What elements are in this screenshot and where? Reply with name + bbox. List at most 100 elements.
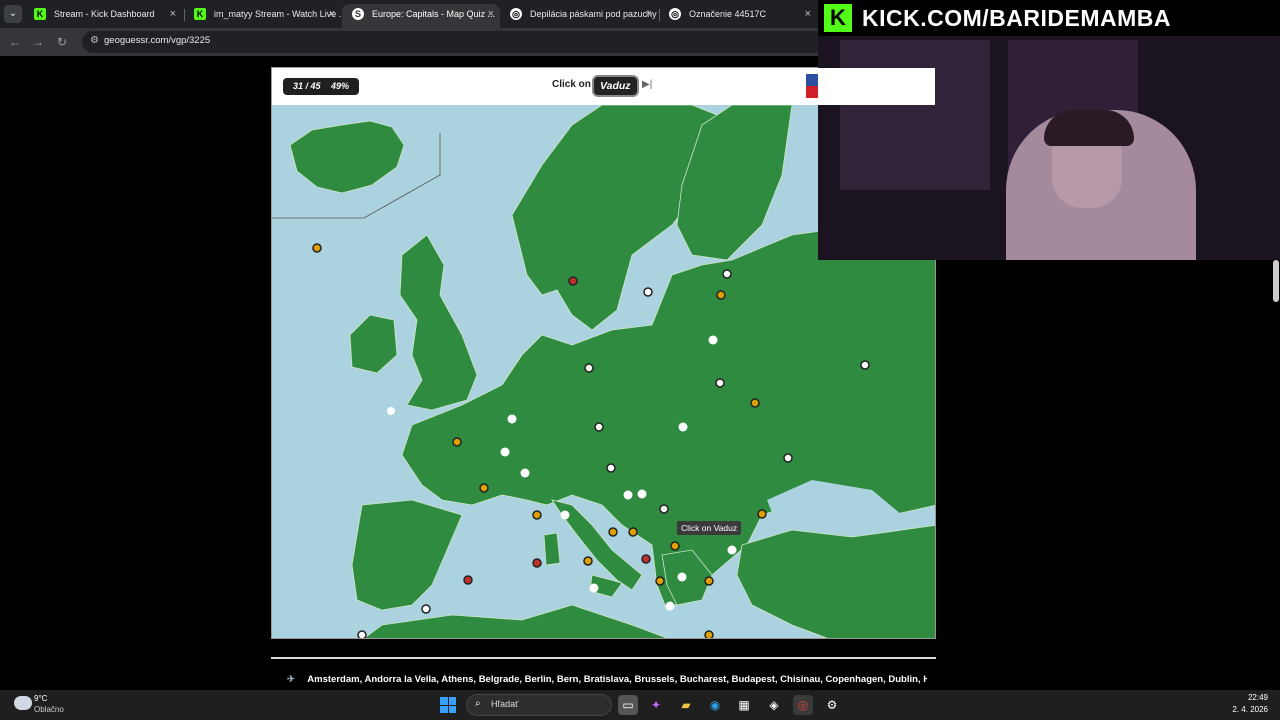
site-info-icon[interactable]: ⚙ <box>90 35 99 46</box>
reload-icon[interactable]: ↻ <box>55 35 69 49</box>
taskbar-search[interactable]: ⌕ Hľadať <box>466 694 612 716</box>
capital-dot[interactable] <box>532 558 542 568</box>
copilot-icon[interactable]: ✦ <box>646 695 666 715</box>
capital-dot[interactable] <box>463 575 473 585</box>
kick-logo: K <box>824 4 852 32</box>
capital-dot[interactable] <box>860 360 870 370</box>
chatgpt-icon: ◎ <box>510 8 522 20</box>
capital-dot[interactable] <box>387 407 395 415</box>
store-icon[interactable]: ▦ <box>734 695 754 715</box>
close-icon[interactable]: × <box>170 4 176 24</box>
capital-dot[interactable] <box>704 630 714 639</box>
capital-dot[interactable] <box>606 463 616 473</box>
capital-dot[interactable] <box>357 630 367 639</box>
capital-dot[interactable] <box>757 509 767 519</box>
chrome-icon[interactable]: ◎ <box>793 695 813 715</box>
task-view-icon[interactable]: ▭ <box>618 695 638 715</box>
clock-date: 2. 4. 2026 <box>1232 705 1268 714</box>
capital-dot[interactable] <box>641 554 651 564</box>
skip-icon[interactable]: ▶| <box>642 79 652 90</box>
progress-pill: 31 / 45 49% <box>283 78 360 95</box>
capital-dot[interactable] <box>594 422 604 432</box>
settings-icon[interactable]: ⚙ <box>822 695 842 715</box>
capital-dot[interactable] <box>716 290 726 300</box>
chatgpt-icon: ◎ <box>669 8 681 20</box>
address-url: geoguessr.com/vgp/3225 <box>104 35 211 46</box>
capital-dot[interactable] <box>637 489 647 499</box>
capital-dot[interactable] <box>500 447 510 457</box>
address-bar[interactable]: ⚙ geoguessr.com/vgp/3225 <box>82 31 820 53</box>
close-icon[interactable]: × <box>646 4 652 24</box>
capital-dot[interactable] <box>750 398 760 408</box>
back-arrow-icon[interactable]: ← <box>8 35 22 49</box>
capital-dot[interactable] <box>568 276 578 286</box>
capital-dot[interactable] <box>608 527 618 537</box>
browser-toolbar: ← → ↻ ⚙ geoguessr.com/vgp/3225 <box>0 28 820 56</box>
close-icon[interactable]: × <box>488 4 494 24</box>
clock-time: 22:49 <box>1247 693 1268 702</box>
capital-dot[interactable] <box>678 422 688 432</box>
tab-kick-dashboard[interactable]: K Stream - Kick Dashboard × <box>24 4 182 28</box>
weather-temperature: 9°C <box>34 694 48 703</box>
capital-dot[interactable] <box>421 604 431 614</box>
capital-dot[interactable] <box>507 414 517 424</box>
tab-title: Europe: Capitals - Map Quiz ... <box>372 9 496 19</box>
capital-dot[interactable] <box>727 545 737 555</box>
capital-dot[interactable] <box>665 601 675 611</box>
tab-depilacia[interactable]: ◎ Depilácia páskami pod pazuchy × <box>500 4 658 28</box>
cloud-icon[interactable] <box>14 696 32 710</box>
tab-search-menu-icon[interactable]: ⌄ <box>4 5 22 23</box>
capital-dot[interactable] <box>560 510 570 520</box>
page-scrollbar[interactable] <box>1273 260 1279 302</box>
capital-dot[interactable] <box>655 576 665 586</box>
capitals-list-icon: ✈ <box>287 674 295 685</box>
section-divider <box>271 657 936 659</box>
capital-dot[interactable] <box>532 510 542 520</box>
prompt-label: Click on <box>552 79 591 90</box>
capital-dot[interactable] <box>708 335 718 345</box>
progress-count: 31 / 45 <box>293 81 321 91</box>
land-sardinia[interactable] <box>543 532 561 566</box>
capital-dot[interactable] <box>589 583 599 593</box>
tab-title: Označenie 44517C <box>689 9 767 19</box>
progress-percent: 49% <box>331 81 350 91</box>
capital-dot[interactable] <box>628 527 638 537</box>
target-capital: Vaduz <box>592 75 639 97</box>
capital-dot[interactable] <box>704 576 714 586</box>
capital-dot[interactable] <box>643 287 653 297</box>
app-icon[interactable]: ◈ <box>764 695 784 715</box>
kick-channel-url: KICK.COM/BARIDEMAMBA <box>862 5 1171 31</box>
search-icon: ⌕ <box>475 698 481 709</box>
tab-title: Depilácia páskami pod pazuchy <box>530 9 657 19</box>
file-explorer-icon[interactable]: ▰ <box>676 695 696 715</box>
capital-dot[interactable] <box>783 453 793 463</box>
windows-start-icon[interactable] <box>440 697 456 713</box>
tab-title: Stream - Kick Dashboard <box>54 9 155 19</box>
capital-dot[interactable] <box>623 490 633 500</box>
capital-dot[interactable] <box>312 243 322 253</box>
tab-im-matyy-stream[interactable]: K im_matyy Stream - Watch Live ... × <box>184 4 341 28</box>
capital-dot[interactable] <box>584 363 594 373</box>
capital-dot[interactable] <box>452 437 462 447</box>
forward-arrow-icon[interactable]: → <box>31 35 45 49</box>
tab-oznacenie[interactable]: ◎ Označenie 44517C × <box>659 4 817 28</box>
edge-icon[interactable]: ◉ <box>705 695 725 715</box>
capital-dot[interactable] <box>715 378 725 388</box>
tab-title: im_matyy Stream - Watch Live ... <box>214 9 341 19</box>
tab-europe-capitals-quiz[interactable]: S Europe: Capitals - Map Quiz ... × <box>342 4 500 28</box>
capital-dot[interactable] <box>677 572 687 582</box>
webcam-overlay: K KICK.COM/BARIDEMAMBA <box>818 0 1280 260</box>
streamer-hair <box>1044 110 1134 146</box>
capital-dot[interactable] <box>659 504 669 514</box>
capital-dot[interactable] <box>722 269 732 279</box>
capital-dot[interactable] <box>583 556 593 566</box>
capital-dot[interactable] <box>520 468 530 478</box>
capitals-list-text: Amsterdam, Andorra la Vella, Athens, Bel… <box>307 674 927 685</box>
seterra-icon: S <box>352 8 364 20</box>
close-icon[interactable]: × <box>329 4 335 24</box>
capital-dot[interactable] <box>479 483 489 493</box>
kick-banner: K KICK.COM/BARIDEMAMBA <box>818 0 1280 36</box>
close-icon[interactable]: × <box>805 4 811 24</box>
taskbar-search-placeholder: Hľadať <box>491 699 519 709</box>
capital-dot[interactable] <box>670 541 680 551</box>
